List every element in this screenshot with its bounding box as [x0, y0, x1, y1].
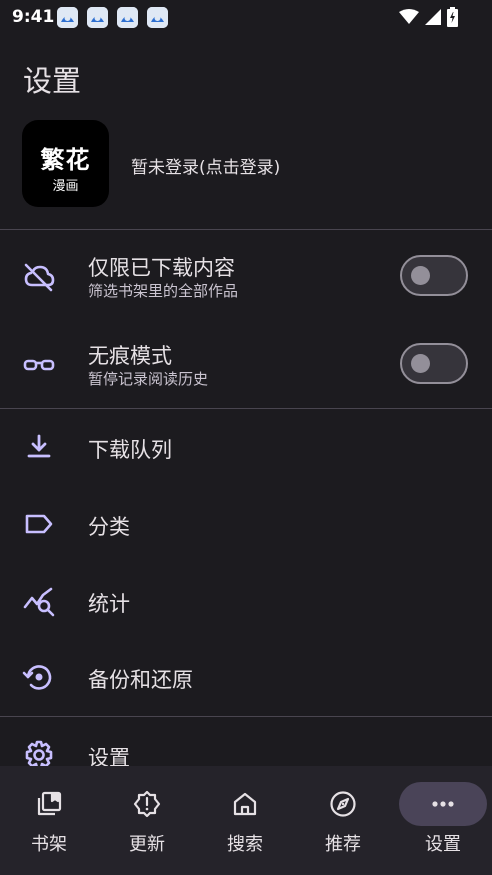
toggle-knob [411, 354, 430, 373]
nav-label-updates: 更新 [129, 834, 165, 855]
divider [0, 408, 492, 409]
status-bar: 9:41 [0, 0, 492, 34]
downloaded-only-toggle[interactable] [400, 255, 468, 296]
library-icon [35, 790, 63, 818]
wifi-icon [399, 9, 419, 25]
menu-item-stats[interactable]: 统计 [0, 564, 492, 640]
app-notification-icon [87, 7, 108, 28]
stats-label: 统计 [88, 592, 130, 616]
label-icon [22, 507, 56, 541]
nav-label-search: 搜索 [227, 834, 263, 855]
logo-text-sub: 漫画 [52, 179, 79, 194]
cellular-signal-icon [425, 9, 441, 25]
nav-item-recommend[interactable]: 推荐 [294, 766, 392, 875]
nav-item-updates[interactable]: 更新 [98, 766, 196, 875]
menu-item-backup-restore[interactable]: 备份和还原 [0, 640, 492, 716]
incognito-subtitle: 暂停记录阅读历史 [88, 370, 209, 388]
downloaded-only-title: 仅限已下载内容 [88, 256, 235, 280]
restore-icon [22, 660, 56, 694]
nav-label-settings: 设置 [425, 834, 461, 855]
logo-text-main: 繁花 [40, 145, 91, 174]
home-icon [231, 790, 259, 818]
menu-item-download-queue[interactable]: 下载队列 [0, 410, 492, 486]
menu-item-categories[interactable]: 分类 [0, 487, 492, 563]
app-notification-icon [57, 7, 78, 28]
download-icon [22, 430, 56, 464]
backup-restore-label: 备份和还原 [88, 668, 193, 692]
nav-item-search[interactable]: 搜索 [196, 766, 294, 875]
divider [0, 229, 492, 230]
more-icon [429, 790, 457, 818]
menu-item-settings[interactable]: 设置 [0, 718, 492, 770]
downloaded-only-row[interactable]: 仅限已下载内容 筛选书架里的全部作品 [0, 238, 492, 322]
compass-icon [329, 790, 357, 818]
download-queue-label: 下载队列 [88, 438, 172, 462]
account-login-row[interactable]: 繁花 漫画 暂未登录(点击登录) [0, 118, 492, 212]
nav-label-recommend: 推荐 [325, 834, 361, 855]
cloud-off-icon [22, 260, 56, 294]
status-time: 9:41 [12, 7, 55, 27]
updates-icon [133, 790, 161, 818]
app-notification-icon [117, 7, 138, 28]
app-logo: 繁花 漫画 [22, 120, 109, 207]
app-notification-icon [147, 7, 168, 28]
divider [0, 716, 492, 717]
nav-label-library: 书架 [31, 834, 67, 855]
bottom-navigation: 书架 更新 搜索 推荐 设置 [0, 766, 492, 875]
nav-item-library[interactable]: 书架 [0, 766, 98, 875]
login-label[interactable]: 暂未登录(点击登录) [131, 153, 280, 178]
incognito-row[interactable]: 无痕模式 暂停记录阅读历史 [0, 326, 492, 406]
stats-icon [22, 584, 56, 618]
system-icons [399, 7, 458, 27]
incognito-toggle[interactable] [400, 343, 468, 384]
battery-charging-icon [447, 7, 458, 27]
categories-label: 分类 [88, 515, 130, 539]
toggle-knob [411, 266, 430, 285]
incognito-title: 无痕模式 [88, 344, 172, 368]
glasses-icon [22, 348, 56, 382]
nav-item-settings[interactable]: 设置 [394, 766, 492, 875]
downloaded-only-subtitle: 筛选书架里的全部作品 [88, 282, 239, 300]
page-title: 设置 [23, 64, 82, 98]
